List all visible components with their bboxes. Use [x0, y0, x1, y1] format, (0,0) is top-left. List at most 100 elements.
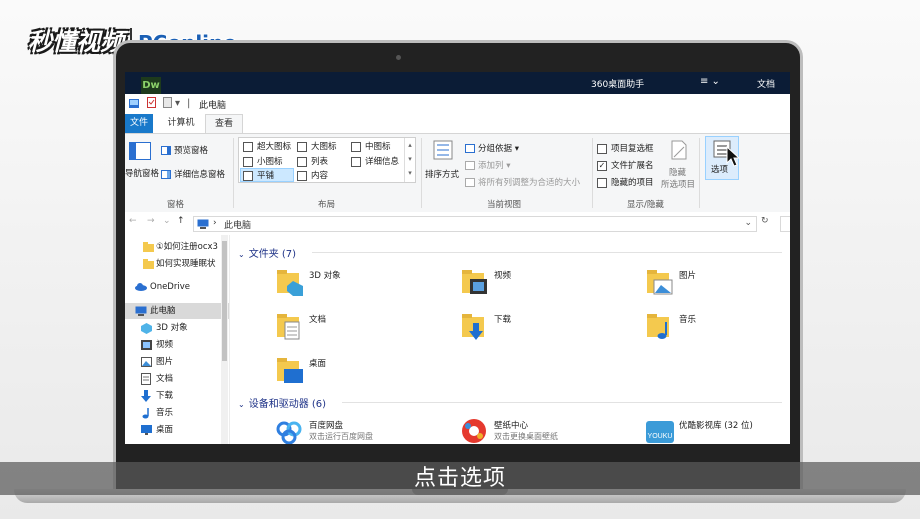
- layout-extra-large-icons[interactable]: 超大图标: [243, 140, 291, 152]
- dreamweaver-icon[interactable]: Dw: [141, 77, 161, 94]
- computer-icon: [197, 219, 209, 229]
- nav-item-folder-2[interactable]: 如何实现睡眠状: [125, 256, 229, 272]
- device-name: 壁纸中心: [494, 421, 529, 431]
- youku-icon: YOUKU: [646, 421, 674, 443]
- navigation-pane-button[interactable]: 导航窗格: [125, 167, 159, 179]
- device-item-youku[interactable]: YOUKU 优酷影视库 (32 位): [645, 418, 753, 444]
- documents-label[interactable]: 文档: [757, 77, 775, 90]
- details-icon: [351, 156, 361, 167]
- forward-icon[interactable]: →: [147, 216, 155, 226]
- folders-header-label: 文件夹 (7): [248, 249, 297, 260]
- devices-header-label: 设备和驱动器 (6): [248, 399, 327, 410]
- nav-item-downloads[interactable]: 下载: [125, 388, 229, 404]
- nav-item-label: ①如何注册ocx3: [156, 242, 218, 252]
- small-icons-icon: [243, 156, 253, 167]
- details-pane-icon: [161, 170, 171, 179]
- nav-item-folder-1[interactable]: ①如何注册ocx3: [125, 239, 229, 255]
- layout-gallery-scroll[interactable]: ▴ ▾ ▾: [404, 138, 415, 182]
- sort-by-button[interactable]: 排序方式: [425, 168, 459, 180]
- device-item-wallpaper[interactable]: 壁纸中心 双击更换桌面壁纸: [460, 418, 558, 444]
- desktop-assistant-label[interactable]: 360桌面助手: [591, 77, 644, 90]
- nav-item-documents[interactable]: 文档: [125, 371, 229, 387]
- tab-view[interactable]: 查看: [205, 114, 243, 133]
- hidden-items-toggle[interactable]: 隐藏的项目: [597, 176, 654, 188]
- layout-medium-icons[interactable]: 中图标: [351, 140, 391, 152]
- nav-scrollbar-thumb[interactable]: [222, 241, 227, 361]
- cube-icon: [141, 323, 152, 334]
- address-field[interactable]: › 此电脑 ⌄: [193, 216, 757, 232]
- nav-item-this-pc[interactable]: 此电脑: [125, 303, 229, 319]
- new-folder-icon[interactable]: [163, 97, 172, 108]
- layout-details[interactable]: 详细信息: [351, 155, 399, 167]
- refresh-icon[interactable]: ↻: [761, 216, 769, 226]
- window-icon: [129, 99, 139, 108]
- preview-pane-button[interactable]: 预览窗格: [161, 144, 208, 156]
- item-checkboxes-toggle[interactable]: 项目复选框: [597, 142, 654, 154]
- fit-columns-label: 将所有列调整为合适的大小: [478, 178, 581, 188]
- nav-item-videos[interactable]: 视频: [125, 337, 229, 353]
- title-bar: ▾ | 此电脑: [125, 94, 790, 114]
- details-pane-label: 详细信息窗格: [174, 170, 226, 180]
- path-separator: ›: [213, 218, 217, 228]
- add-columns-button[interactable]: 添加列 ▾: [465, 159, 510, 171]
- sort-by-icon: [433, 140, 453, 160]
- folder-item-downloads[interactable]: 下载: [460, 311, 511, 344]
- recent-locations-icon[interactable]: ⌄: [163, 216, 171, 226]
- layout-content[interactable]: 内容: [297, 169, 328, 181]
- up-icon[interactable]: ↑: [177, 216, 185, 226]
- folder-item-documents[interactable]: 文档: [275, 311, 326, 344]
- nav-item-label: 音乐: [156, 408, 174, 418]
- layout-tiles[interactable]: 平铺: [243, 169, 274, 181]
- document-icon: [141, 373, 151, 385]
- music-folder-icon: [647, 314, 669, 339]
- back-icon[interactable]: ←: [129, 216, 137, 226]
- devices-header[interactable]: ⌄ 设备和驱动器 (6): [238, 395, 326, 410]
- menu-icon[interactable]: ≡ ⌄: [700, 76, 720, 87]
- nav-item-onedrive[interactable]: OneDrive: [125, 279, 229, 295]
- chevron-down-icon: ⌄: [238, 400, 245, 409]
- address-dropdown-icon[interactable]: ⌄: [744, 218, 752, 228]
- folder-item-music[interactable]: 音乐: [645, 311, 696, 344]
- details-pane-button[interactable]: 详细信息窗格: [161, 168, 225, 180]
- nav-item-pictures[interactable]: 图片: [125, 354, 229, 370]
- layout-small-icons[interactable]: 小图标: [243, 155, 283, 167]
- window-title: 此电脑: [199, 101, 227, 111]
- content-icon: [297, 170, 307, 181]
- folder-item-videos[interactable]: 视频: [460, 267, 511, 300]
- ribbon-tabs: 文件 计算机 查看: [125, 114, 790, 133]
- quick-access-arrow-icon[interactable]: ▾: [175, 98, 180, 109]
- nav-item-desktop[interactable]: 桌面: [125, 422, 229, 438]
- search-box[interactable]: [780, 216, 790, 232]
- group-by-label: 分组依据: [478, 144, 513, 154]
- documents-folder-icon: [277, 314, 300, 340]
- folders-header[interactable]: ⌄ 文件夹 (7): [238, 245, 296, 260]
- folder-item-3d-objects[interactable]: 3D 对象: [275, 267, 341, 300]
- device-item-baidu[interactable]: 百度网盘 双击运行百度网盘: [275, 418, 373, 444]
- device-name: 百度网盘: [309, 421, 344, 431]
- layout-list-label: 列表: [311, 157, 329, 167]
- group-by-button[interactable]: 分组依据 ▾: [465, 142, 519, 154]
- file-extensions-toggle[interactable]: ✓ 文件扩展名: [597, 159, 654, 171]
- nav-item-3d-objects[interactable]: 3D 对象: [125, 320, 229, 336]
- layout-content-label: 内容: [311, 171, 329, 181]
- layout-large-icons[interactable]: 大图标: [297, 140, 337, 152]
- nav-scrollbar[interactable]: [221, 235, 228, 444]
- device-name: 优酷影视库 (32 位): [679, 421, 753, 431]
- fit-columns-button[interactable]: 将所有列调整为合适的大小: [465, 176, 580, 188]
- add-columns-label: 添加列: [478, 161, 504, 171]
- downloads-folder-icon: [462, 314, 484, 340]
- folder-item-pictures[interactable]: 图片: [645, 267, 696, 300]
- hide-button[interactable]: 隐藏: [669, 166, 686, 178]
- ribbon-divider: [699, 138, 700, 208]
- layout-list[interactable]: 列表: [297, 155, 328, 167]
- ribbon-divider: [592, 138, 593, 208]
- properties-icon[interactable]: [147, 97, 156, 108]
- tab-file[interactable]: 文件: [125, 114, 153, 133]
- path-segment[interactable]: 此电脑: [224, 218, 251, 231]
- folder-label: 下载: [494, 315, 512, 325]
- folder-item-desktop[interactable]: 桌面: [275, 355, 326, 388]
- navigation-pane-icon[interactable]: [129, 142, 151, 160]
- nav-item-music[interactable]: 音乐: [125, 405, 229, 421]
- nav-item-label: 图片: [156, 357, 174, 367]
- tab-computer[interactable]: 计算机: [161, 114, 201, 133]
